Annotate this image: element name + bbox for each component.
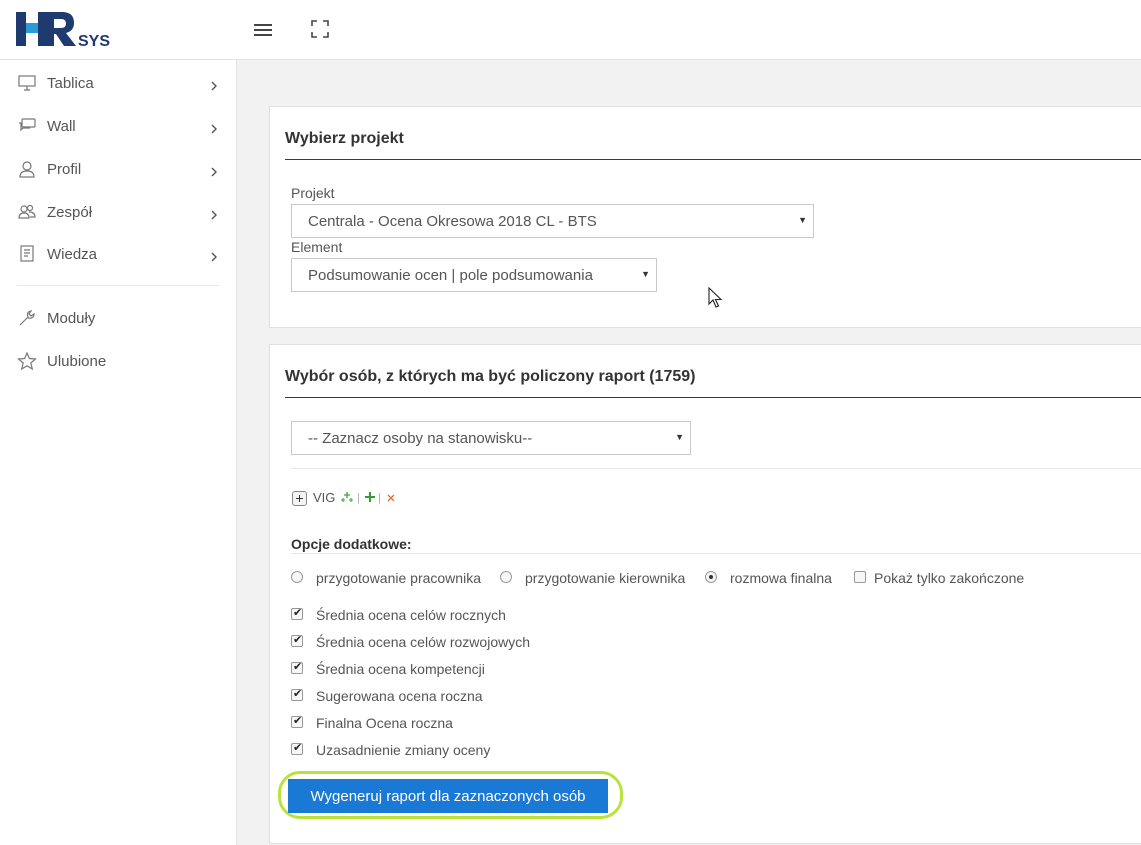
caret-down-icon: ▼ bbox=[641, 269, 650, 279]
hrsys-logo[interactable]: SYS bbox=[14, 9, 114, 49]
fullscreen-icon[interactable] bbox=[309, 18, 331, 40]
panel-divider bbox=[285, 159, 1141, 160]
team-icon bbox=[17, 203, 37, 221]
radio-label: rozmowa finalna bbox=[730, 570, 832, 586]
chevron-right-icon bbox=[209, 208, 219, 220]
remove-icon[interactable] bbox=[386, 490, 396, 509]
checkbox-label: Średnia ocena kompetencji bbox=[316, 661, 485, 677]
checkbox-label: Średnia ocena celów rocznych bbox=[316, 607, 506, 623]
radio-przygotowanie-kierownika[interactable] bbox=[500, 571, 512, 583]
separator: | bbox=[378, 492, 381, 504]
people-panel: Wybór osób, z których ma być policzony r… bbox=[269, 344, 1141, 844]
sidebar-item-label: Profil bbox=[47, 161, 82, 178]
sidebar-item-zespol[interactable]: Zespół bbox=[0, 192, 237, 232]
add-subtree-icon[interactable] bbox=[340, 490, 354, 509]
chevron-right-icon bbox=[209, 79, 219, 91]
caret-down-icon: ▼ bbox=[675, 432, 684, 442]
checkbox-label: Sugerowana ocena roczna bbox=[316, 688, 483, 704]
sidebar-item-label: Ulubione bbox=[47, 353, 107, 370]
panel-title: Wybierz projekt bbox=[285, 130, 404, 147]
checkbox-sugerowana-ocena-roczna[interactable] bbox=[291, 687, 303, 701]
checkbox-srednia-ocena-celow-rozwojowych[interactable] bbox=[291, 633, 303, 647]
expand-icon[interactable] bbox=[292, 491, 307, 506]
tree-node-label[interactable]: VIG bbox=[313, 490, 335, 505]
svg-text:SYS: SYS bbox=[78, 33, 110, 49]
chat-icon bbox=[17, 117, 37, 135]
radio-rozmowa-finalna[interactable] bbox=[705, 571, 717, 583]
sidebar-item-moduly[interactable]: Moduły bbox=[0, 298, 237, 338]
caret-down-icon: ▼ bbox=[798, 215, 807, 225]
element-label: Element bbox=[291, 239, 343, 255]
element-select-value: Podsumowanie ocen | pole podsumowania bbox=[308, 267, 593, 284]
project-panel: Wybierz projekt Projekt Centrala - Ocena… bbox=[269, 106, 1141, 328]
sidebar-item-label: Tablica bbox=[47, 75, 94, 92]
sidebar-item-tablica[interactable]: Tablica bbox=[0, 63, 237, 103]
generate-report-button[interactable]: Wygeneruj raport dla zaznaczonych osób bbox=[288, 779, 608, 813]
top-bar: SYS bbox=[0, 0, 1141, 60]
sidebar-item-label: Wiedza bbox=[47, 246, 98, 263]
options-label: Opcje dodatkowe: bbox=[291, 536, 412, 552]
sidebar-divider bbox=[17, 285, 219, 286]
sidebar-item-label: Moduły bbox=[47, 310, 96, 327]
radio-przygotowanie-pracownika[interactable] bbox=[291, 571, 303, 583]
checkbox-label: Finalna Ocena roczna bbox=[316, 715, 453, 731]
sidebar-item-profil[interactable]: Profil bbox=[0, 149, 237, 189]
monitor-icon bbox=[17, 74, 37, 92]
separator: | bbox=[357, 492, 360, 504]
sidebar-item-ulubione[interactable]: Ulubione bbox=[0, 341, 237, 381]
hamburger-icon[interactable] bbox=[252, 19, 274, 41]
checkbox-uzasadnienie-zmiany-oceny[interactable] bbox=[291, 741, 303, 755]
star-icon bbox=[17, 351, 37, 371]
checkbox-label: Pokaż tylko zakończone bbox=[874, 570, 1025, 586]
add-icon[interactable] bbox=[364, 490, 376, 509]
sidebar-item-label: Wall bbox=[47, 118, 76, 135]
project-label: Projekt bbox=[291, 185, 335, 201]
project-select[interactable]: Centrala - Ocena Okresowa 2018 CL - BTS … bbox=[291, 204, 814, 238]
wrench-icon bbox=[17, 309, 37, 327]
checkbox-srednia-ocena-celow-rocznych[interactable] bbox=[291, 606, 303, 620]
radio-label: przygotowanie kierownika bbox=[525, 570, 686, 586]
element-select[interactable]: Podsumowanie ocen | pole podsumowania ▼ bbox=[291, 258, 657, 292]
checkbox-srednia-ocena-kompetencji[interactable] bbox=[291, 660, 303, 674]
panel-title: Wybór osób, z których ma być policzony r… bbox=[285, 368, 696, 385]
checkbox-finalna-ocena-roczna[interactable] bbox=[291, 714, 303, 728]
sidebar-item-wiedza[interactable]: Wiedza bbox=[0, 234, 237, 274]
checkbox-label: Uzasadnienie zmiany oceny bbox=[316, 742, 491, 758]
chevron-right-icon bbox=[209, 250, 219, 262]
divider bbox=[291, 468, 1141, 469]
panel-divider bbox=[285, 397, 1141, 398]
chevron-right-icon bbox=[209, 165, 219, 177]
sidebar: Tablica Wall Profil Zespół Wiedza Moduły… bbox=[0, 60, 237, 845]
show-finished-checkbox[interactable] bbox=[854, 571, 866, 583]
mouse-cursor-icon bbox=[708, 286, 724, 309]
user-icon bbox=[17, 160, 37, 178]
position-select-value: -- Zaznacz osoby na stanowisku-- bbox=[308, 430, 533, 447]
divider bbox=[291, 553, 1141, 554]
book-icon bbox=[17, 245, 37, 263]
position-select[interactable]: -- Zaznacz osoby na stanowisku-- ▼ bbox=[291, 421, 691, 455]
sidebar-item-wall[interactable]: Wall bbox=[0, 106, 237, 146]
checkbox-label: Średnia ocena celów rozwojowych bbox=[316, 634, 530, 650]
project-select-value: Centrala - Ocena Okresowa 2018 CL - BTS bbox=[308, 213, 597, 230]
radio-label: przygotowanie pracownika bbox=[316, 570, 481, 586]
chevron-right-icon bbox=[209, 122, 219, 134]
sidebar-item-label: Zespół bbox=[47, 204, 93, 221]
